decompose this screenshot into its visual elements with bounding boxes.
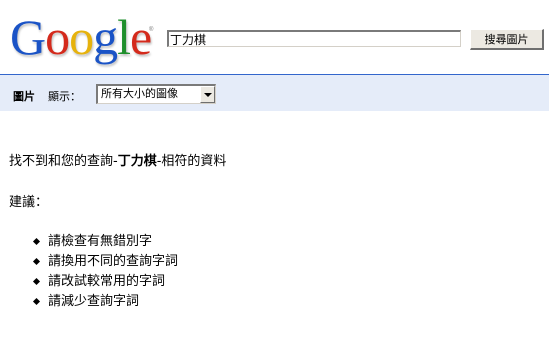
bullet-icon — [32, 237, 41, 246]
list-item: 請檢查有無錯別字 — [32, 232, 178, 252]
logo-letter-l: l — [117, 9, 131, 65]
chevron-down-icon[interactable] — [200, 86, 215, 103]
logo-letter-e: e — [130, 9, 152, 65]
logo-letter-g2: g — [93, 9, 118, 65]
google-logo[interactable]: Google — [10, 9, 152, 65]
bullet-icon — [32, 277, 41, 286]
no-results-suffix: -相符的資料 — [156, 154, 227, 169]
bullet-icon — [32, 257, 41, 266]
registered-mark: ® — [149, 27, 154, 33]
suggestions-label: 建議： — [9, 195, 49, 210]
no-results-message: 找不到和您的查詢-丁力棋-相符的資料 — [9, 154, 226, 170]
images-toolbar: 圖片 顯示： 所有大小的圖像 — [0, 74, 549, 111]
suggestion-text: 請改試較常用的字詞 — [48, 274, 166, 289]
list-item: 請換用不同的查詢字詞 — [32, 252, 179, 272]
no-results-query: 丁力棋 — [117, 154, 157, 169]
logo-letter-o2: o — [69, 9, 94, 65]
show-label: 顯示： — [48, 90, 81, 103]
toolbar-title: 圖片 — [13, 90, 35, 103]
list-item: 請改試較常用的字詞 — [32, 272, 178, 292]
image-size-select-value: 所有大小的圖像 — [101, 87, 178, 100]
search-images-button[interactable]: 搜尋圖片 — [470, 29, 544, 50]
search-input[interactable] — [167, 30, 461, 47]
suggestions-list: 請檢查有無錯別字 請換用不同的查詢字詞 請改試較常用的字詞 請減少查詢字詞 — [32, 232, 179, 312]
logo-letter-o1: o — [45, 9, 70, 65]
image-size-select[interactable]: 所有大小的圖像 — [96, 84, 216, 104]
suggestion-text: 請減少查詢字詞 — [48, 294, 140, 309]
logo-letter-g: G — [10, 9, 46, 65]
no-results-prefix: 找不到和您的查詢- — [9, 154, 118, 169]
page: Google ® 搜尋圖片 圖片 顯示： 所有大小的圖像 找不到和您的查詢-丁力… — [0, 0, 549, 359]
suggestion-text: 請檢查有無錯別字 — [48, 234, 153, 249]
suggestion-text: 請換用不同的查詢字詞 — [48, 254, 179, 269]
list-item: 請減少查詢字詞 — [32, 292, 178, 312]
bullet-icon — [32, 297, 41, 306]
